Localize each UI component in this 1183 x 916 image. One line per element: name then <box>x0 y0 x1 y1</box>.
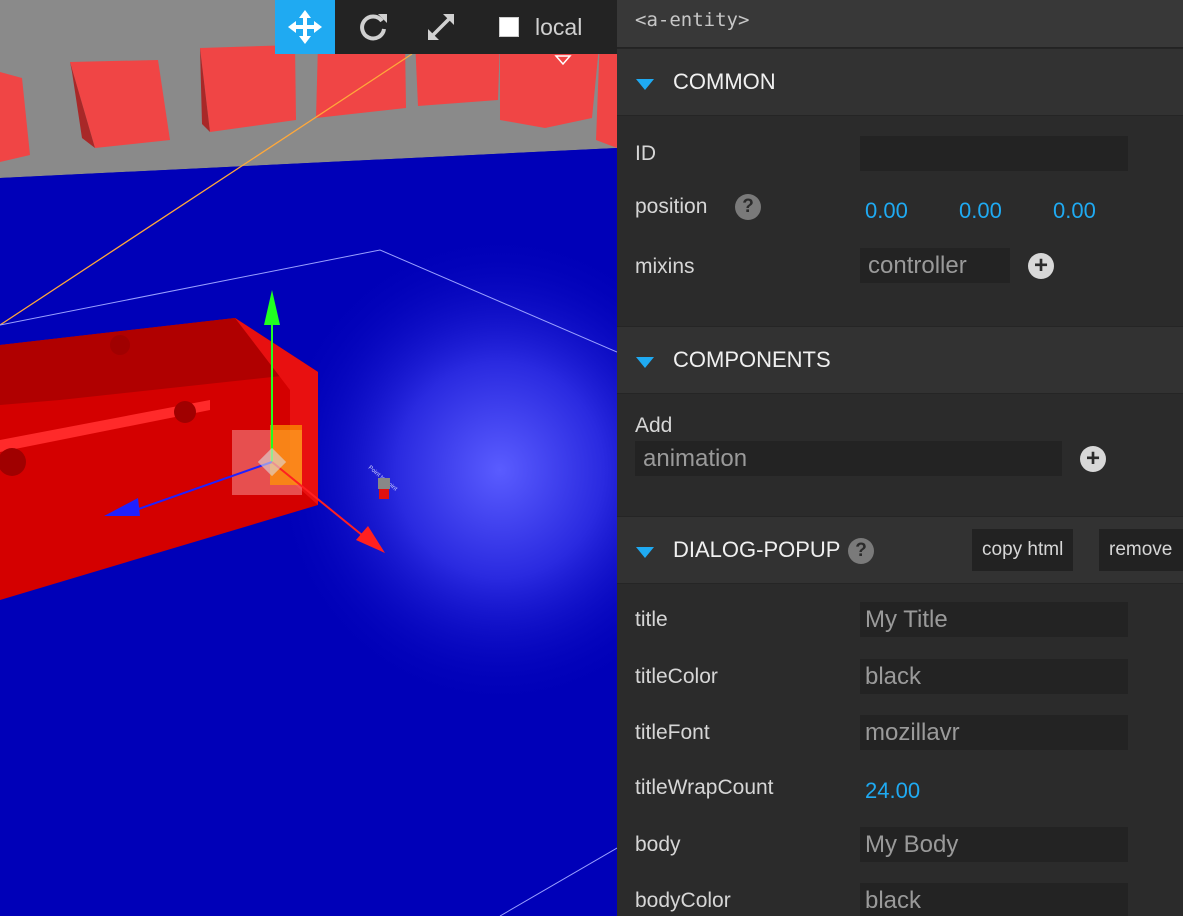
id-label: ID <box>635 142 656 165</box>
position-label: position <box>635 195 708 218</box>
dialog-prop-label: titleFont <box>635 721 710 744</box>
dialog-popup-section-header[interactable]: DIALOG-POPUP ? copy html remove <box>617 516 1183 584</box>
components-section-body: Add animation + <box>617 394 1183 516</box>
dialog-prop-text-input[interactable]: My Body <box>860 827 1128 862</box>
scene-canvas[interactable]: Point to Point <box>0 0 617 916</box>
local-checkbox[interactable] <box>499 17 519 37</box>
common-section-body: ID position ? 0.00 0.00 0.00 mixins cont… <box>617 116 1183 326</box>
mixins-label: mixins <box>635 255 695 278</box>
rotate-icon <box>360 14 387 41</box>
scale-arrows-icon <box>428 14 454 40</box>
add-component-plus-icon[interactable]: + <box>1080 446 1106 472</box>
dialog-prop-label: body <box>635 833 681 856</box>
dialog-popup-section-body: title My Title titleColor black titleFont moz… <box>617 584 1183 916</box>
dialog-prop-label: titleColor <box>635 665 718 688</box>
help-icon[interactable]: ? <box>848 538 874 564</box>
add-component-label: Add <box>635 414 673 437</box>
collapse-triangle-icon <box>636 357 654 368</box>
scale-tool-button[interactable] <box>411 0 471 54</box>
components-section-header[interactable]: COMPONENTS <box>617 326 1183 394</box>
add-mixin-plus-icon[interactable]: + <box>1028 253 1054 279</box>
dialog-prop-text-input[interactable]: black <box>860 883 1128 916</box>
dialog-prop-text-input[interactable]: mozillavr <box>860 715 1128 750</box>
dialog-prop-label: bodyColor <box>635 889 731 912</box>
id-input[interactable] <box>860 136 1128 171</box>
inspector-panel: <a-entity> COMMON ID position ? 0.00 0.0… <box>617 0 1183 916</box>
position-y-input[interactable]: 0.00 <box>959 198 1002 224</box>
transform-toolbar: local <box>275 0 617 54</box>
dialog-popup-section-title: DIALOG-POPUP <box>673 537 841 562</box>
dialog-prop-label: titleWrapCount <box>635 776 774 799</box>
common-section-header[interactable]: COMMON <box>617 48 1183 116</box>
remove-button[interactable]: remove <box>1099 529 1183 571</box>
common-section-title: COMMON <box>673 69 776 94</box>
translate-tool-button[interactable] <box>275 0 335 54</box>
position-z-input[interactable]: 0.00 <box>1053 198 1096 224</box>
collapse-triangle-icon <box>636 547 654 558</box>
collapse-triangle-icon <box>636 79 654 90</box>
mixins-select[interactable]: controller <box>860 248 1010 283</box>
help-icon[interactable]: ? <box>735 194 761 220</box>
scene-viewport[interactable]: Point to Point <box>0 0 617 916</box>
move-arrows-icon <box>288 10 322 44</box>
local-label: local <box>535 13 583 40</box>
dialog-prop-label: title <box>635 608 668 631</box>
copy-html-button[interactable]: copy html <box>972 529 1074 571</box>
add-component-select[interactable]: animation <box>635 441 1062 476</box>
local-toggle[interactable]: local <box>499 0 582 54</box>
dialog-prop-text-input[interactable]: My Title <box>860 602 1128 637</box>
dialog-prop-number-input[interactable]: 24.00 <box>865 778 920 804</box>
rotate-tool-button[interactable] <box>343 0 403 54</box>
dialog-prop-text-input[interactable]: black <box>860 659 1128 694</box>
entity-tag-header: <a-entity> <box>617 0 1183 48</box>
position-x-input[interactable]: 0.00 <box>865 198 908 224</box>
components-section-title: COMPONENTS <box>673 347 831 372</box>
